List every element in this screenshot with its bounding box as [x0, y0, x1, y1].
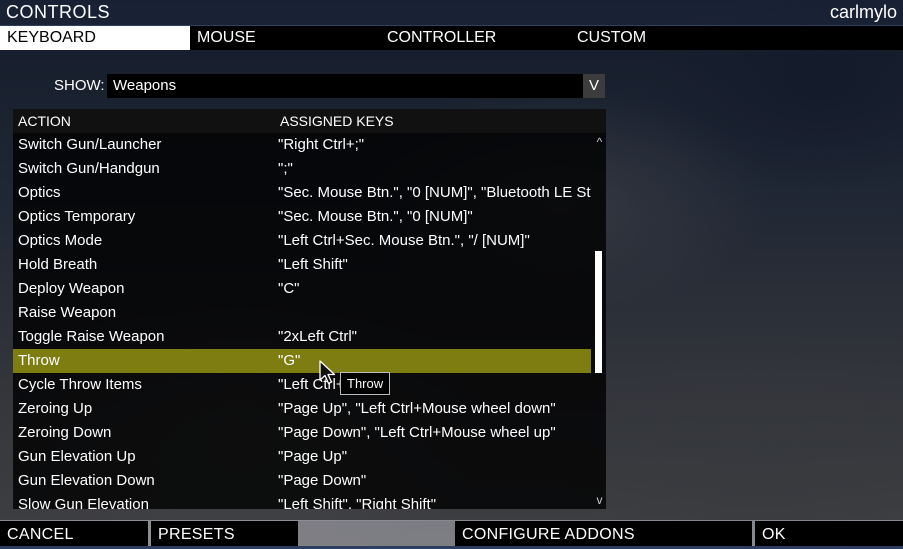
action-name: Optics Temporary: [18, 208, 136, 225]
configure-addons-button[interactable]: CONFIGURE ADDONS: [455, 521, 752, 546]
table-row[interactable]: Switch Gun/Handgun ";": [13, 157, 591, 181]
action-name: Gun Elevation Up: [18, 448, 136, 465]
table-row[interactable]: Zeroing Down "Page Down", "Left Ctrl+Mous…: [13, 421, 591, 445]
assigned-keys: "Left Shift": [278, 256, 348, 273]
tab-controller[interactable]: CONTROLLER: [380, 26, 570, 50]
assigned-keys: "Sec. Mouse Btn.", "0 [NUM]", "Bluetooth…: [278, 184, 591, 201]
cancel-button[interactable]: CANCEL: [0, 521, 148, 546]
table-row[interactable]: Optics "Sec. Mouse Btn.", "0 [NUM]", "Blu…: [13, 181, 591, 205]
assigned-keys: "C": [278, 280, 300, 297]
table-row[interactable]: Switch Gun/Launcher "Right Ctrl+;": [13, 133, 591, 157]
assigned-keys: "2xLeft Ctrl": [278, 328, 358, 345]
action-name: Switch Gun/Launcher: [18, 136, 162, 153]
chevron-down-icon[interactable]: V: [583, 74, 605, 98]
table-row[interactable]: Zeroing Up "Page Up", "Left Ctrl+Mouse wh…: [13, 397, 591, 421]
show-filter-label: SHOW:: [54, 77, 105, 94]
assigned-keys: "Page Down", "Left Ctrl+Mouse wheel up": [278, 424, 556, 441]
ok-button[interactable]: OK: [755, 521, 903, 546]
tooltip: Throw: [340, 372, 391, 395]
window-title: CONTROLS: [6, 2, 111, 22]
table-body: Switch Gun/Launcher "Right Ctrl+;" Switch …: [13, 133, 591, 509]
table-row[interactable]: Optics Temporary "Sec. Mouse Btn.", "0 [N…: [13, 205, 591, 229]
assigned-keys: "Sec. Mouse Btn.", "0 [NUM]": [278, 208, 473, 225]
table-header: ACTION ASSIGNED KEYS: [13, 109, 606, 133]
action-name: Optics Mode: [18, 232, 103, 249]
action-name: Toggle Raise Weapon: [18, 328, 165, 345]
table-row[interactable]: Optics Mode "Left Ctrl+Sec. Mouse Btn.", …: [13, 229, 591, 253]
action-name: Cycle Throw Items: [18, 376, 142, 393]
bottom-button-bar: CANCEL PRESETS CONFIGURE ADDONS OK: [0, 521, 903, 546]
button-bar-spacer: [298, 521, 455, 546]
table-row[interactable]: Raise Weapon: [13, 301, 591, 325]
tab-custom[interactable]: CUSTOM: [570, 26, 760, 50]
assigned-keys: "Page Down": [278, 472, 367, 489]
table-scrollbar[interactable]: ^ v: [593, 133, 606, 509]
table-row[interactable]: Throw "G": [13, 349, 591, 373]
scroll-thumb[interactable]: [595, 251, 602, 373]
assigned-keys: "Right Ctrl+;": [278, 136, 365, 153]
show-filter-select[interactable]: Weapons V: [107, 74, 605, 98]
title-bar: CONTROLS carlmylo: [0, 0, 903, 25]
table-row[interactable]: Hold Breath "Left Shift": [13, 253, 591, 277]
table-row[interactable]: Toggle Raise Weapon "2xLeft Ctrl": [13, 325, 591, 349]
table-row[interactable]: Cycle Throw Items "Left Ctrl+G": [13, 373, 591, 397]
tab-bar: KEYBOARD MOUSE CONTROLLER CUSTOM: [0, 26, 903, 50]
assigned-keys: "Page Up", "Left Ctrl+Mouse wheel down": [278, 400, 556, 417]
table-row[interactable]: Deploy Weapon "C": [13, 277, 591, 301]
column-header-assigned-keys: ASSIGNED KEYS: [280, 113, 394, 129]
assigned-keys: "Left Ctrl+Sec. Mouse Btn.", "/ [NUM]": [278, 232, 530, 249]
action-name: Zeroing Up: [18, 400, 93, 417]
tab-mouse[interactable]: MOUSE: [190, 26, 380, 50]
assigned-keys: ";": [278, 160, 293, 177]
column-header-action: ACTION: [18, 113, 71, 129]
assigned-keys: "Left Shift", "Right Shift": [278, 496, 437, 509]
table-row[interactable]: Slow Gun Elevation "Left Shift", "Right S…: [13, 493, 591, 509]
show-filter-value: Weapons: [113, 77, 177, 94]
action-name: Gun Elevation Down: [18, 472, 155, 489]
action-name: Throw: [18, 352, 60, 369]
tab-keyboard[interactable]: KEYBOARD: [0, 26, 190, 50]
presets-button[interactable]: PRESETS: [151, 521, 298, 546]
scroll-down-icon[interactable]: v: [593, 493, 606, 507]
action-name: Deploy Weapon: [18, 280, 125, 297]
scroll-up-icon[interactable]: ^: [593, 135, 606, 149]
action-name: Optics: [18, 184, 61, 201]
action-name: Slow Gun Elevation: [18, 496, 149, 509]
table-row[interactable]: Gun Elevation Down "Page Down": [13, 469, 591, 493]
action-name: Zeroing Down: [18, 424, 112, 441]
controls-table: ACTION ASSIGNED KEYS Switch Gun/Launcher…: [13, 109, 606, 509]
username: carlmylo: [829, 2, 897, 22]
action-name: Raise Weapon: [18, 304, 117, 321]
assigned-keys: "Page Up": [278, 448, 348, 465]
action-name: Hold Breath: [18, 256, 98, 273]
table-row[interactable]: Gun Elevation Up "Page Up": [13, 445, 591, 469]
action-name: Switch Gun/Handgun: [18, 160, 160, 177]
mouse-cursor-icon: [319, 360, 336, 385]
